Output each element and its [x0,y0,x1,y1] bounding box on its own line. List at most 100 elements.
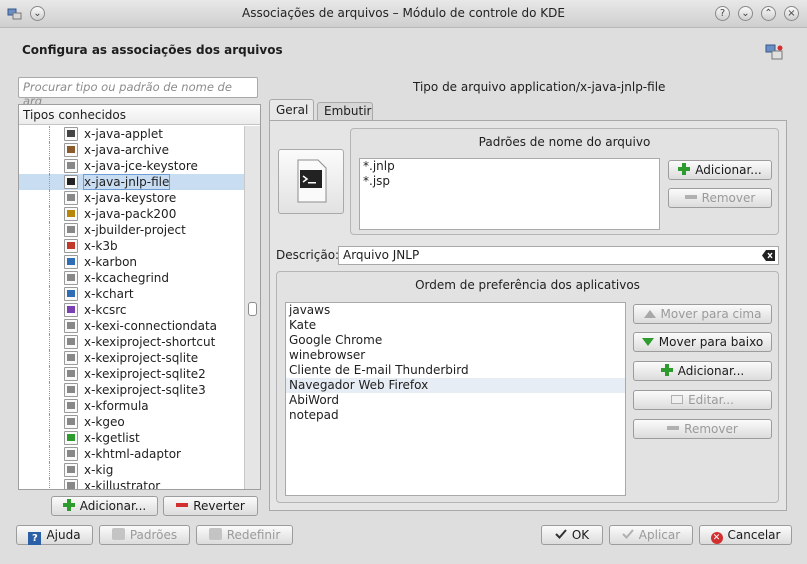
tree-guide [49,190,50,206]
tree-item[interactable]: x-java-applet [19,126,244,142]
tree-item[interactable]: x-kexiproject-sqlite3 [19,382,244,398]
kde-window: ⌄ Associações de arquivos – Módulo de co… [0,0,807,564]
move-up-button[interactable]: Mover para cima [633,304,772,324]
file-type-mark [67,130,75,137]
search-input[interactable]: Procurar tipo ou padrão de nome de arq [18,77,258,108]
file-type-mark [67,162,75,169]
tree-item-label: x-java-jce-keystore [84,159,198,173]
tree-item[interactable]: x-kig [19,462,244,478]
file-type-mark [67,258,75,265]
apply-button[interactable]: Aplicar [609,525,693,545]
tree-guide [49,302,50,318]
clear-text-icon[interactable] [762,250,775,261]
cancel-icon: ✕ [710,532,723,544]
patterns-list[interactable]: *.jnlp *.jsp [359,158,660,230]
tree-item[interactable]: x-killustrator [19,478,244,489]
tree-item-label: x-kig [84,463,114,477]
tab-general[interactable]: Geral [269,99,314,122]
plus-icon [660,364,673,376]
tree-item[interactable]: x-kexiproject-sqlite [19,350,244,366]
minimize-button[interactable]: ⌄ [738,6,753,21]
check-icon [622,529,634,539]
cancel-button[interactable]: ✕ Cancelar [699,525,792,545]
list-item[interactable]: Google Chrome [286,333,625,348]
reset-icon [208,528,222,540]
tree-item-label: x-khtml-adaptor [84,447,181,461]
tree-item[interactable]: x-java-pack200 [19,206,244,222]
list-item[interactable]: javaws [286,303,625,318]
patterns-group-title: Padrões de nome do arquivo [478,135,651,149]
tree-guide [49,222,50,238]
remove-app-button[interactable]: Remover [633,419,772,439]
tree-item[interactable]: x-kexi-connectiondata [19,318,244,334]
tree-item[interactable]: x-kexiproject-shortcut [19,334,244,350]
list-item[interactable]: notepad [286,408,625,423]
tree-item[interactable]: x-java-archive [19,142,244,158]
tree-item-label: x-java-applet [84,127,163,141]
file-type-mark [67,418,75,425]
check-icon [555,529,567,539]
tree-guide [49,414,50,430]
edit-app-button[interactable]: Editar... [633,390,772,410]
defaults-button[interactable]: Padrões [99,525,190,545]
tree-guide [49,318,50,334]
tree-scrollbar[interactable] [244,126,260,489]
add-type-button[interactable]: Adicionar... [51,496,158,516]
tree-body[interactable]: x-java-applet x-java-archive x-java-jce-ke… [19,126,244,489]
tree-item[interactable]: x-karbon [19,254,244,270]
tree-guide [49,334,50,350]
tree-item[interactable]: x-khtml-adaptor [19,446,244,462]
list-item[interactable]: *.jnlp [360,159,659,174]
tree-item[interactable]: x-k3b [19,238,244,254]
close-button[interactable]: × [784,6,799,21]
list-item[interactable]: AbiWord [286,393,625,408]
tree-item-label: x-java-archive [84,143,169,157]
tree-item-label: x-k3b [84,239,118,253]
help-title-button[interactable]: ? [715,6,730,21]
tree-guide [49,398,50,414]
tree-guide [49,158,50,174]
tree-item[interactable]: x-jbuilder-project [19,222,244,238]
plus-icon [678,163,691,175]
file-type-mark [67,482,75,489]
tree-guide [49,142,50,158]
tree-guide [49,126,50,142]
tree-item[interactable]: x-kgeo [19,414,244,430]
tree-item[interactable]: x-kexiproject-sqlite2 [19,366,244,382]
tree-item[interactable]: x-kgetlist [19,430,244,446]
tree-item[interactable]: x-java-jce-keystore [19,158,244,174]
help-button[interactable]: ? Ajuda [16,525,93,545]
list-item[interactable]: Kate [286,318,625,333]
list-item[interactable]: Cliente de E-mail Thunderbird [286,363,625,378]
tree-guide [49,430,50,446]
file-type-mark [67,434,75,441]
description-field[interactable]: Arquivo JNLP [338,246,779,265]
list-item[interactable]: *.jsp [360,174,659,189]
scroll-thumb[interactable] [248,302,257,316]
maximize-button[interactable]: ⌃ [761,6,776,21]
title-bar[interactable]: ⌄ Associações de arquivos – Módulo de co… [0,0,807,28]
tree-item[interactable]: x-java-keystore [19,190,244,206]
ok-button[interactable]: OK [541,525,603,545]
add-app-button[interactable]: Adicionar... [633,361,772,381]
remove-pattern-button[interactable]: Remover [668,188,772,208]
add-pattern-button[interactable]: Adicionar... [668,160,772,180]
file-type-mark [67,194,75,201]
known-types-tree[interactable]: Tipos conhecidos x-java-applet x-java-arc… [18,104,261,490]
list-item[interactable]: Navegador Web Firefox [286,378,625,393]
revert-button[interactable]: Reverter [163,496,258,516]
apps-list[interactable]: javaws Kate Google Chrome winebrowser Client… [285,302,626,496]
tree-item[interactable]: x-kcachegrind [19,270,244,286]
tree-item-label: x-java-jnlp-file [82,174,171,190]
tree-item[interactable]: x-kchart [19,286,244,302]
tree-item[interactable]: x-java-jnlp-file [19,174,244,190]
reset-button[interactable]: Redefinir [196,525,293,545]
tree-guide [49,462,50,478]
mime-icon-button[interactable] [278,149,344,214]
list-item[interactable]: winebrowser [286,348,625,363]
tab-embed[interactable]: Embutir [317,102,373,121]
file-type-mark [67,338,75,345]
tree-item[interactable]: x-kcsrc [19,302,244,318]
move-down-button[interactable]: Mover para baixo [633,332,772,352]
tree-item[interactable]: x-kformula [19,398,244,414]
